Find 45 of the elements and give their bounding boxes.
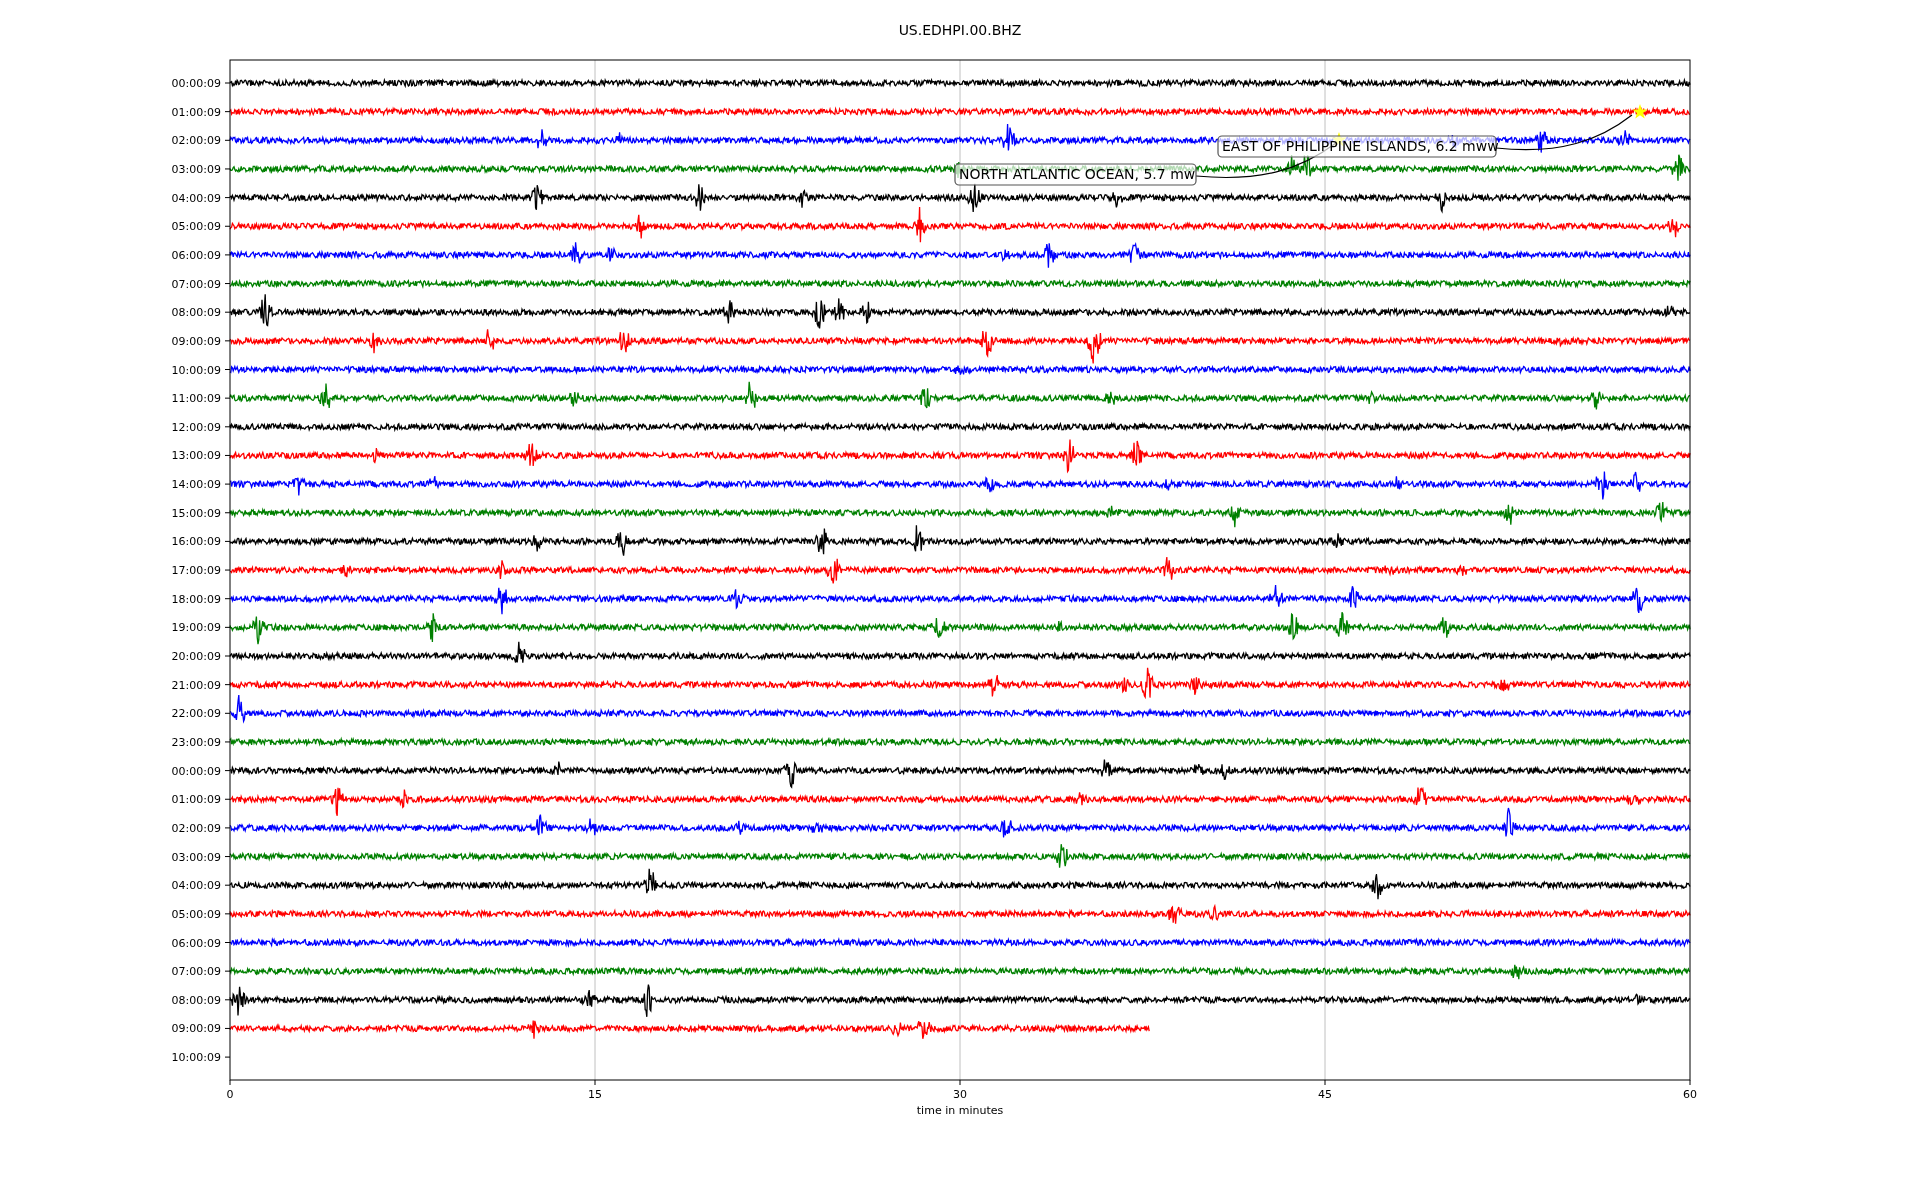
x-tick-label: 0 [226,1088,234,1101]
y-tick-label: 23:00:09 [171,735,221,749]
y-tick-label: 03:00:09 [171,162,221,176]
y-tick-label: 07:00:09 [171,965,221,979]
y-tick-label: 02:00:09 [171,821,221,835]
y-tick-label: 00:00:09 [171,764,221,778]
plot-title: US.EDHPI.00.BHZ [898,22,1022,38]
y-tick-label: 00:00:09 [171,77,221,90]
x-tick-label: 30 [953,1088,967,1101]
y-tick-label: 15:00:09 [171,506,221,520]
y-tick-label: 09:00:09 [171,1022,221,1036]
y-tick-label: 06:00:09 [171,248,221,262]
y-tick-label: 12:00:09 [171,420,221,434]
y-tick-label: 05:00:09 [171,220,221,234]
y-tick-label: 11:00:09 [171,392,221,406]
y-tick-label: 06:00:09 [171,936,221,950]
y-tick-label: 20:00:09 [171,650,221,663]
y-tick-label: 14:00:09 [171,478,221,492]
y-tick-label: 16:00:09 [171,535,221,549]
y-tick-label: 07:00:09 [171,277,221,291]
y-tick-label: 01:00:09 [171,105,221,119]
y-tick-label: 18:00:09 [171,592,221,606]
y-tick-label: 04:00:09 [171,191,221,205]
y-tick-label: 22:00:09 [171,707,221,721]
x-tick-label: 45 [1318,1088,1332,1101]
y-tick-label: 08:00:09 [171,306,221,320]
event-annotation: EAST OF PHILIPPINE ISLANDS, 6.2 mww [1217,135,1499,158]
y-tick-label: 04:00:09 [171,879,221,893]
x-axis-label: time in minutes [916,1104,1004,1117]
y-tick-label: 02:00:09 [171,134,221,148]
y-tick-label: 01:00:09 [171,793,221,807]
y-tick-label: 03:00:09 [171,850,221,864]
event-annotation: NORTH ATLANTIC OCEAN, 5.7 mw [954,163,1197,186]
y-tick-label: 19:00:09 [171,621,221,635]
y-tick-label: 08:00:09 [171,993,221,1007]
event-star-marker [1632,104,1648,119]
y-tick-label: 10:00:09 [171,1051,221,1065]
y-tick-label: 10:00:09 [171,363,221,377]
x-tick-label: 15 [588,1088,602,1101]
y-tick-label: 09:00:09 [171,334,221,348]
y-tick-label: 17:00:09 [171,564,221,578]
x-tick-label: 60 [1683,1088,1697,1101]
y-tick-label: 05:00:09 [171,907,221,921]
y-tick-label: 21:00:09 [171,678,221,692]
y-tick-label: 13:00:09 [171,449,221,463]
